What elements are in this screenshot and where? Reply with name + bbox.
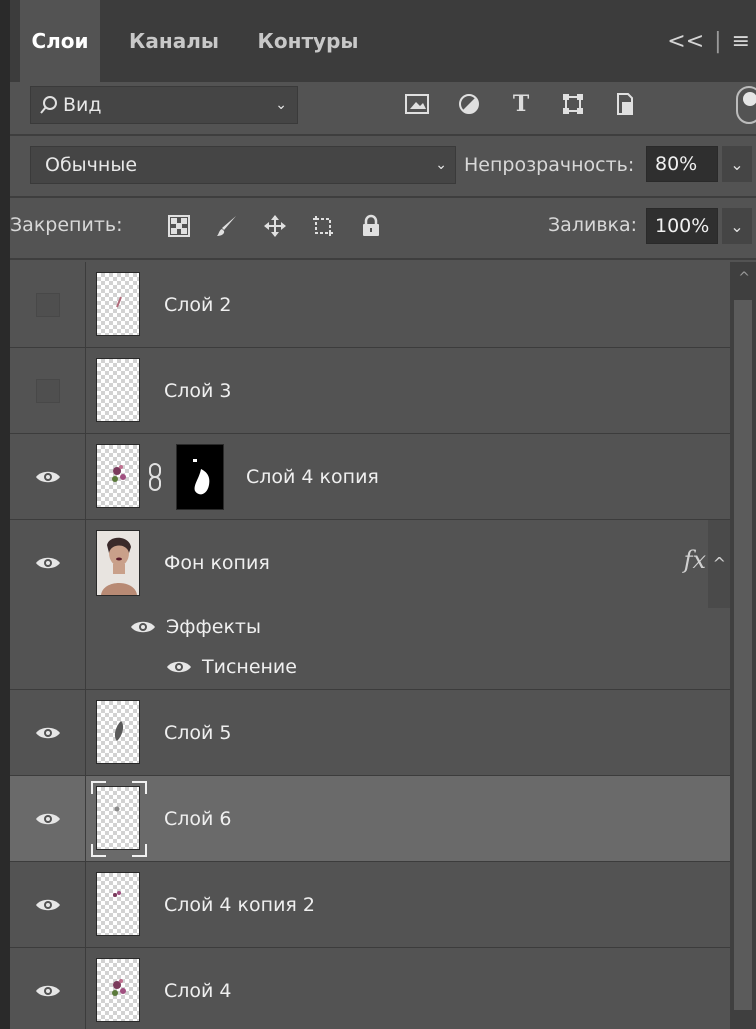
layer-thumbnail (96, 700, 140, 764)
tab-paths[interactable]: Контуры (246, 0, 370, 82)
adjustment-filter-icon[interactable] (452, 86, 486, 122)
visibility-toggle[interactable] (10, 434, 86, 519)
eye-icon (35, 557, 60, 569)
opacity-dropdown-button[interactable]: ⌄ (722, 146, 752, 182)
effects-row[interactable]: Эффекты (130, 616, 261, 638)
scrollbar-thumb[interactable] (734, 300, 752, 1010)
separator: | (714, 28, 722, 54)
layer-row-selected[interactable]: Слой 6 (10, 776, 730, 862)
layer-name[interactable]: Слой 2 (164, 294, 232, 316)
panel-menu-icon[interactable]: ≡ (732, 29, 750, 54)
layer-name[interactable]: Слой 4 (164, 980, 232, 1002)
visibility-toggle[interactable] (10, 862, 86, 947)
tab-layers[interactable]: Слои (20, 0, 100, 82)
visibility-toggle[interactable] (10, 262, 86, 347)
fill-label: Заливка: (548, 214, 638, 236)
layer-effects-fx-icon[interactable]: fx (684, 546, 706, 574)
visibility-toggle[interactable] (10, 520, 86, 690)
layer-name[interactable]: Слой 4 копия 2 (164, 894, 315, 916)
lock-position-icon[interactable] (261, 212, 289, 240)
eye-icon (35, 813, 60, 824)
effect-row[interactable]: Тиснение (166, 656, 297, 678)
layer-name[interactable]: Слой 3 (164, 380, 232, 402)
layer-row[interactable]: Слой 4 копия (10, 434, 730, 520)
tab-channels[interactable]: Каналы (114, 0, 234, 82)
lock-icons (165, 212, 385, 240)
selection-bracket-frame (91, 781, 147, 857)
smart-object-filter-icon[interactable] (608, 86, 642, 122)
opacity-input[interactable]: 80% (646, 146, 718, 182)
layer-row[interactable]: Фон копия fx ^ Эффекты Тиснение (10, 520, 730, 690)
link-chain-icon[interactable] (148, 462, 162, 492)
layer-thumbnail-portrait (96, 530, 140, 596)
lock-image-pixels-icon[interactable] (213, 212, 241, 240)
visibility-off-box (35, 378, 60, 403)
effects-label: Эффекты (166, 616, 261, 638)
layer-row[interactable]: Слой 4 копия 2 (10, 862, 730, 948)
left-edge-strip (0, 0, 10, 1029)
eye-icon (35, 985, 60, 996)
layer-row[interactable]: Слой 3 (10, 348, 730, 434)
chevron-down-icon: ⌄ (275, 97, 287, 113)
filter-kind-select[interactable]: Вид ⌄ (30, 86, 298, 124)
layer-thumbnail (96, 272, 140, 336)
visibility-toggle[interactable] (10, 948, 86, 1029)
layer-row[interactable]: Слой 2 (10, 262, 730, 348)
layer-thumbnail (96, 444, 140, 508)
layer-mask-thumbnail[interactable] (176, 444, 224, 510)
filter-row: Вид ⌄ T (10, 82, 756, 132)
search-icon (40, 96, 57, 114)
eye-icon (35, 727, 60, 738)
layer-name[interactable]: Слой 5 (164, 722, 232, 744)
lock-label: Закрепить: (10, 214, 123, 236)
fill-input[interactable]: 100% (646, 208, 718, 244)
panel-controls: << | ≡ (667, 0, 756, 82)
chevron-up-icon: ^ (712, 554, 726, 573)
filter-icons: T (400, 86, 642, 122)
blend-row: Обычные ⌄ Непрозрачность: 80% ⌄ (10, 140, 756, 192)
eye-icon[interactable] (130, 619, 156, 635)
visibility-toggle[interactable] (10, 690, 86, 775)
shape-filter-icon[interactable] (556, 86, 590, 122)
filter-kind-value: Вид (63, 94, 102, 116)
visibility-off-box (35, 292, 60, 317)
collapse-panel-button[interactable]: << (667, 29, 704, 54)
layer-name[interactable]: Фон копия (164, 552, 270, 574)
layer-name[interactable]: Слой 4 копия (246, 466, 379, 488)
layer-row[interactable]: Слой 5 (10, 690, 730, 776)
divider (10, 258, 756, 260)
lock-artboard-icon[interactable] (309, 212, 337, 240)
layer-thumbnail (96, 958, 140, 1022)
divider (10, 196, 756, 198)
eye-icon (35, 471, 60, 482)
opacity-label: Непрозрачность: (464, 154, 635, 176)
eye-icon (35, 899, 60, 910)
eye-icon[interactable] (166, 659, 192, 675)
layer-thumbnail (96, 872, 140, 936)
visibility-toggle[interactable] (10, 348, 86, 433)
panel-tab-bar: Слои Каналы Контуры << | ≡ (10, 0, 756, 82)
layers-list: Слой 2 Слой 3 Слой 4 копия Фон копия fx … (10, 262, 730, 1029)
lock-transparent-pixels-icon[interactable] (165, 212, 193, 240)
layer-row[interactable]: Слой 4 (10, 948, 730, 1029)
pixel-filter-icon[interactable] (400, 86, 434, 122)
visibility-toggle[interactable] (10, 776, 86, 861)
chevron-down-icon: ⌄ (435, 157, 447, 173)
divider (10, 134, 756, 136)
effect-emboss-label: Тиснение (202, 656, 297, 678)
scroll-up-arrow-icon[interactable]: ^ (738, 270, 750, 286)
blend-mode-value: Обычные (45, 154, 138, 176)
type-filter-icon[interactable]: T (504, 86, 538, 122)
lock-row: Закрепить: Заливка: 100% ⌄ (10, 200, 756, 256)
filter-toggle-switch[interactable] (736, 86, 756, 124)
lock-all-icon[interactable] (357, 212, 385, 240)
layer-name[interactable]: Слой 6 (164, 808, 232, 830)
layer-thumbnail (96, 358, 140, 422)
fill-dropdown-button[interactable]: ⌄ (722, 208, 752, 244)
blend-mode-select[interactable]: Обычные ⌄ (30, 146, 456, 184)
